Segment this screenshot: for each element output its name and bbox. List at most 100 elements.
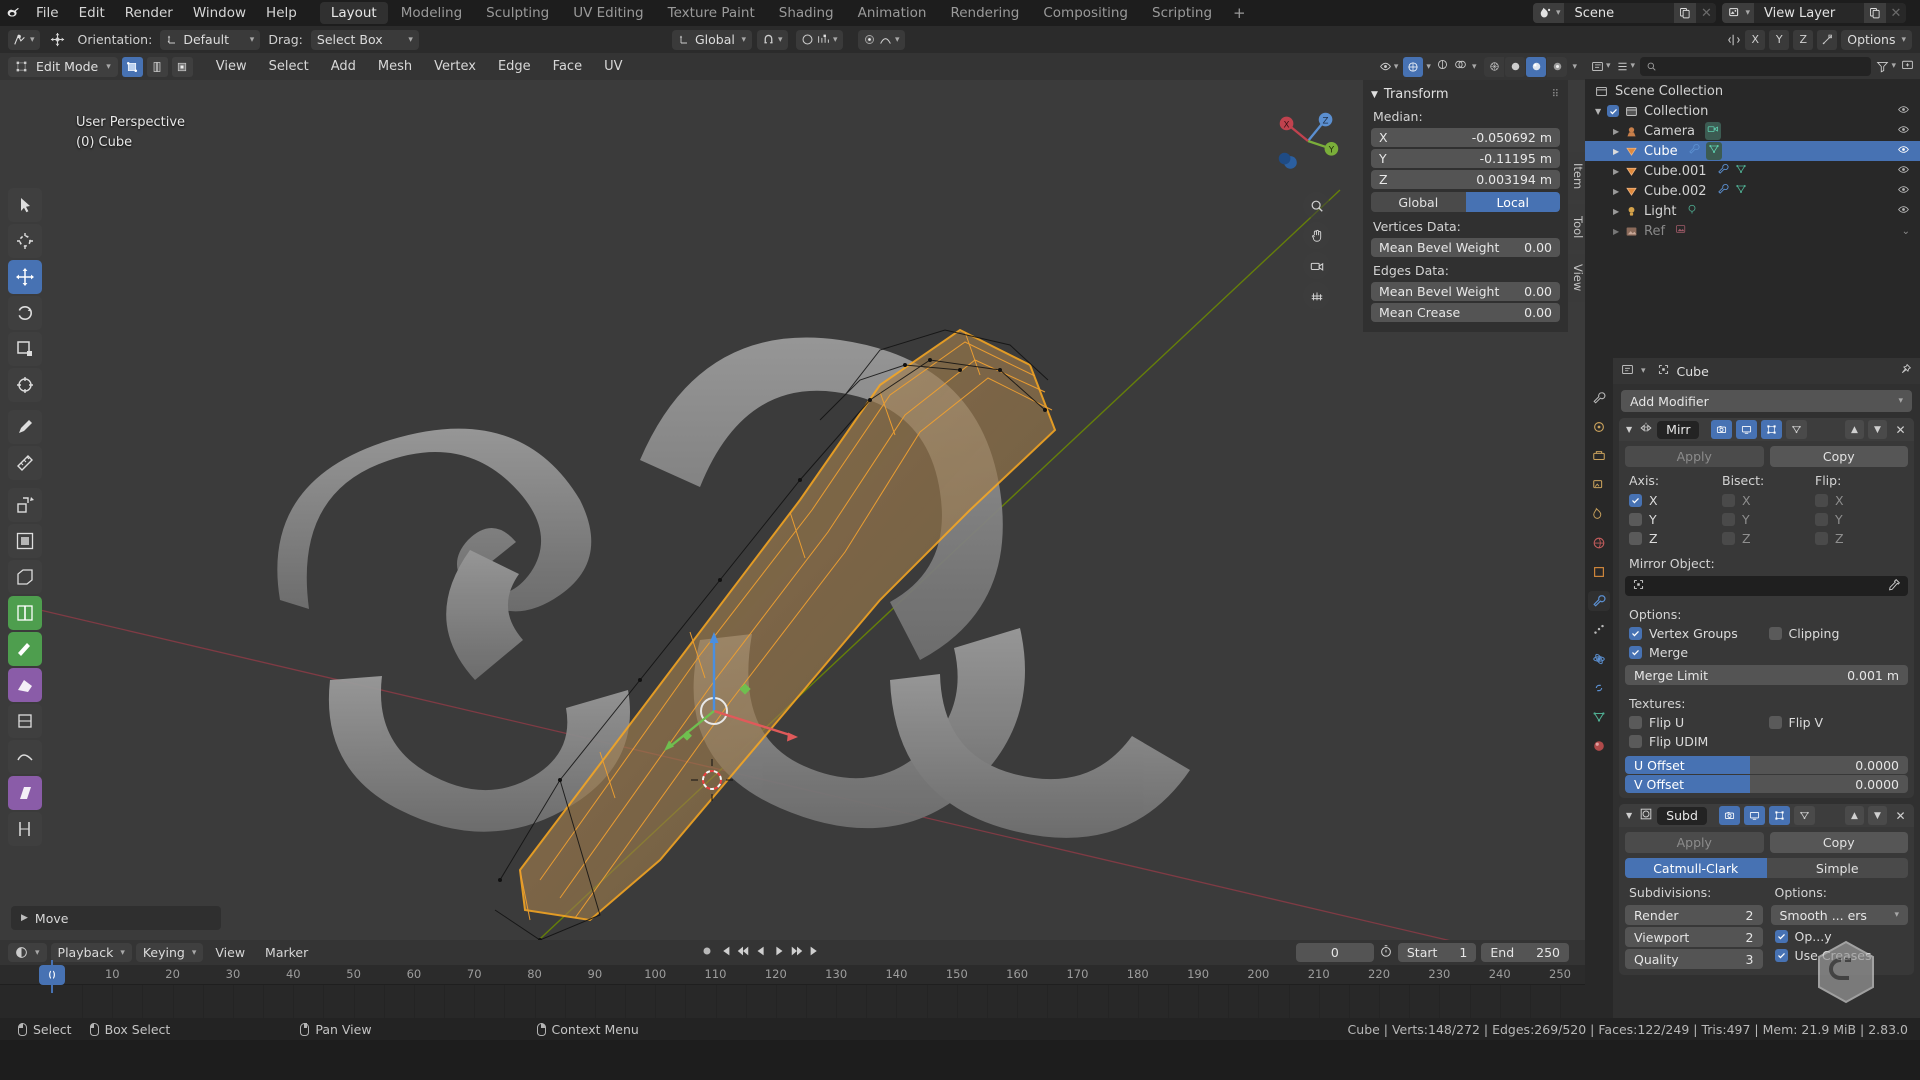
active-tool-icon[interactable]: ▾ (8, 29, 40, 50)
properties-tab-physics[interactable] (1588, 649, 1610, 669)
viewport-menu-view[interactable]: View (207, 57, 256, 76)
vertex-select-mode-button[interactable] (121, 56, 143, 77)
properties-tab-particles[interactable] (1588, 620, 1610, 640)
3d-viewport[interactable]: User Perspective (0) Cube ▶ Move Z Y X ▼… (0, 80, 1585, 940)
mirror-flip-z-row[interactable]: Z (1815, 529, 1908, 548)
mirror-apply-button[interactable]: Apply (1625, 446, 1764, 467)
properties-tab-world[interactable] (1588, 533, 1610, 553)
drag-handle-icon[interactable]: ⠿ (1552, 89, 1560, 100)
subdivision-render-field[interactable]: Render 2 (1625, 905, 1763, 925)
shading-rendered-button[interactable] (1547, 56, 1568, 77)
simple-button[interactable]: Simple (1766, 858, 1908, 878)
scene-selector[interactable]: ▾ Scene ✕ (1532, 3, 1717, 23)
tool-smooth[interactable] (8, 740, 42, 774)
overlays-toggle-icon[interactable] (1454, 58, 1467, 75)
viewport-menu-select[interactable]: Select (260, 57, 318, 76)
properties-tab-scene[interactable] (1588, 504, 1610, 524)
mirror-flip-z-checkbox[interactable] (1815, 532, 1828, 545)
workspace-tab-layout[interactable]: Layout (319, 2, 388, 24)
toggle-orthographic-button[interactable] (1303, 282, 1330, 309)
light-visibility-eye-icon[interactable] (1897, 203, 1910, 220)
shading-solid-button[interactable] (1505, 56, 1526, 77)
blender-logo-icon[interactable] (0, 0, 26, 26)
zoom-view-button[interactable] (1303, 192, 1330, 219)
mirror-axis-x-checkbox[interactable] (1629, 494, 1642, 507)
add-modifier-button[interactable]: Add Modifier ▾ (1621, 390, 1912, 412)
workspace-tab-uv-editing[interactable]: UV Editing (562, 2, 654, 24)
tool-shear[interactable] (8, 776, 42, 810)
jump-to-start-button[interactable] (718, 944, 732, 962)
subdivision-show-render-toggle[interactable] (1718, 806, 1740, 825)
mirror-axis-y-row[interactable]: Y (1629, 510, 1722, 529)
mirror-modifier-header[interactable]: ▼ Mirr ▲ ▼ ✕ (1619, 418, 1914, 441)
play-button[interactable] (772, 944, 786, 962)
transform-space-toggle[interactable]: Global Local (1371, 192, 1560, 212)
subdivision-uv-smooth-field[interactable]: Smooth ... ers ▾ (1770, 905, 1908, 925)
gizmo-toggle-icon[interactable] (1436, 58, 1449, 75)
workspace-tab-modeling[interactable]: Modeling (390, 2, 473, 24)
cube002-visibility-eye-icon[interactable] (1897, 183, 1910, 200)
mirror-axis-x-toggle[interactable]: X (1745, 29, 1766, 50)
menu-help[interactable]: Help (256, 3, 307, 23)
tool-transform[interactable] (8, 368, 42, 402)
tool-inset-faces[interactable] (8, 524, 42, 558)
workspace-tab-sculpting[interactable]: Sculpting (475, 2, 560, 24)
collection-checkbox[interactable] (1607, 105, 1619, 117)
subdivision-use-creases-checkbox[interactable] (1774, 949, 1788, 962)
face-select-mode-button[interactable] (171, 56, 193, 77)
mirror-x-icon[interactable] (1727, 33, 1741, 47)
properties-tab-constraints[interactable] (1588, 678, 1610, 698)
viewport-menu-uv[interactable]: UV (595, 57, 631, 76)
menu-window[interactable]: Window (183, 3, 256, 23)
mirror-flip-y-row[interactable]: Y (1815, 510, 1908, 529)
tool-scale[interactable] (8, 332, 42, 366)
properties-tab-data[interactable] (1588, 707, 1610, 727)
timeline-view-menu[interactable]: View (207, 943, 253, 962)
mirror-delete-button[interactable]: ✕ (1891, 420, 1910, 439)
mirror-flip-x-row[interactable]: X (1815, 491, 1908, 510)
expand-arrow-icon[interactable]: ▶ (1613, 147, 1625, 156)
visibility-dropdown-icon[interactable]: ▾ (1379, 60, 1398, 73)
outliner-row-collection[interactable]: ▼ Collection (1585, 101, 1920, 121)
auto-keyframe-icon[interactable] (1379, 944, 1393, 962)
viewport-menu-edge[interactable]: Edge (489, 57, 540, 76)
tool-poly-build[interactable] (8, 668, 42, 702)
modifier-icon[interactable] (1688, 143, 1700, 159)
cube-visibility-eye-icon[interactable] (1897, 143, 1910, 160)
properties-tab-tool[interactable] (1588, 388, 1610, 408)
frame-end-field[interactable]: End 250 (1481, 943, 1569, 962)
outliner-row-light[interactable]: ▶ Light (1585, 201, 1920, 221)
collection-visibility-eye-icon[interactable] (1897, 103, 1910, 120)
workspace-tab-scripting[interactable]: Scripting (1141, 2, 1223, 24)
orientation-dropdown[interactable]: Default ▾ (160, 29, 261, 50)
workspace-tab-compositing[interactable]: Compositing (1032, 2, 1139, 24)
mirror-vertex-groups-row[interactable]: Vertex Groups (1629, 624, 1769, 643)
mirror-uv-icon[interactable] (1817, 29, 1838, 50)
workspace-tab-shading[interactable]: Shading (768, 2, 845, 24)
tool-rip-region[interactable] (8, 812, 42, 846)
cube001-visibility-eye-icon[interactable] (1897, 163, 1910, 180)
drag-dropdown[interactable]: Select Box ▾ (310, 29, 419, 50)
jump-prev-keyframe-button[interactable] (736, 944, 750, 962)
outliner-editor-type-icon[interactable]: ▾ (1591, 60, 1611, 73)
properties-tab-material[interactable] (1588, 736, 1610, 756)
tool-annotate[interactable] (8, 410, 42, 444)
navigation-gizmo[interactable]: Z Y X (1269, 102, 1347, 180)
outliner-row-scene-collection[interactable]: Scene Collection (1585, 81, 1920, 101)
edge-mean-crease-field[interactable]: Mean Crease 0.00 (1371, 303, 1560, 322)
outliner-filter-icon[interactable]: ▾ (1876, 60, 1896, 73)
mirror-flip-udim-row[interactable]: Flip UDIM (1629, 732, 1769, 751)
viewport-menu-face[interactable]: Face (544, 57, 591, 76)
outliner-search-input[interactable] (1640, 56, 1872, 76)
camera-visibility-eye-icon[interactable] (1897, 123, 1910, 140)
outliner-row-camera[interactable]: ▶ Camera (1585, 121, 1920, 141)
mirror-merge-row[interactable]: Merge (1629, 643, 1769, 662)
scene-name-field[interactable]: Scene (1564, 3, 1675, 23)
subdivision-use-creases-row[interactable]: Use Creases (1771, 946, 1909, 965)
pan-view-button[interactable] (1303, 222, 1330, 249)
modifier-icon[interactable] (1717, 183, 1729, 199)
mirror-show-viewport-toggle[interactable] (1736, 420, 1758, 439)
mirror-flip-v-checkbox[interactable] (1768, 716, 1782, 729)
outliner-row-ref[interactable]: ▶ Ref ⌄ (1585, 221, 1920, 241)
transform-panel-header[interactable]: ▼ Transform ⠿ (1363, 84, 1568, 105)
